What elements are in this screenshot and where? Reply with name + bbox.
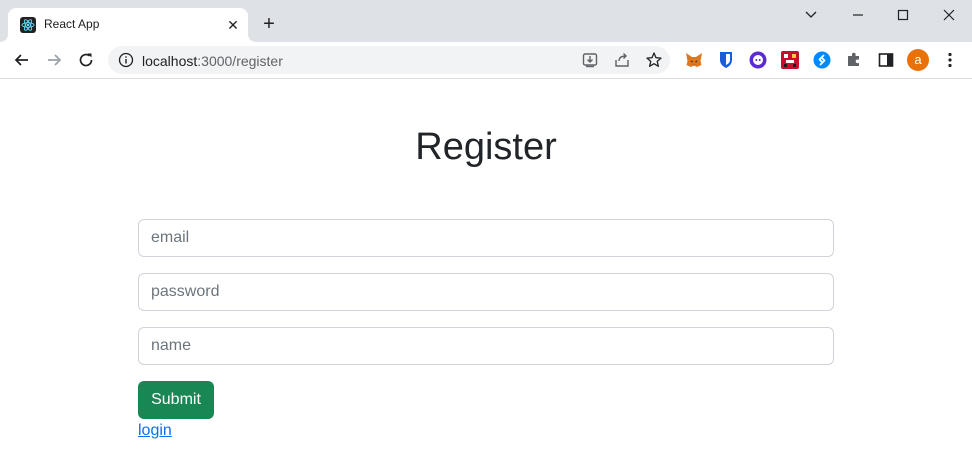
side-panel-icon[interactable]	[876, 50, 896, 70]
react-favicon-icon	[20, 17, 36, 33]
url-text[interactable]: localhost:3000/register	[142, 53, 283, 69]
tab-react-app[interactable]: React App ✕	[8, 8, 248, 42]
red-pixel-extension-icon[interactable]	[780, 50, 800, 70]
browser-toolbar: localhost:3000/register a	[0, 42, 972, 78]
share-icon[interactable]	[613, 51, 631, 69]
page-title: Register	[415, 126, 557, 168]
shazam-icon[interactable]	[812, 50, 832, 70]
minimize-icon[interactable]	[844, 4, 872, 26]
profile-avatar[interactable]: a	[907, 49, 929, 71]
url-path: :3000/register	[197, 53, 283, 69]
name-field[interactable]	[138, 327, 834, 365]
extensions-puzzle-icon[interactable]	[844, 50, 864, 70]
toolbar-divider	[0, 78, 972, 79]
tab-close-icon[interactable]: ✕	[224, 16, 242, 34]
login-link[interactable]: login	[138, 422, 172, 440]
reload-icon[interactable]	[75, 49, 97, 71]
site-info-icon[interactable]	[118, 52, 134, 68]
tab-search-chevron-icon[interactable]	[797, 4, 825, 26]
install-app-icon[interactable]	[581, 51, 599, 69]
forward-arrow-icon[interactable]	[43, 49, 65, 71]
close-window-icon[interactable]	[935, 4, 963, 26]
url-host: localhost	[142, 53, 198, 69]
email-field[interactable]	[138, 219, 834, 257]
password-field[interactable]	[138, 273, 834, 311]
maximize-icon[interactable]	[889, 4, 917, 26]
bookmark-star-icon[interactable]	[645, 51, 663, 69]
metamask-fox-icon[interactable]	[684, 50, 704, 70]
browser-menu-icon[interactable]	[940, 50, 960, 70]
back-arrow-icon[interactable]	[11, 49, 33, 71]
bitwarden-shield-icon[interactable]	[716, 50, 736, 70]
address-bar[interactable]: localhost:3000/register	[108, 46, 670, 74]
new-tab-icon[interactable]: +	[259, 14, 279, 34]
tab-strip: React App ✕ +	[0, 0, 972, 42]
tab-title: React App	[44, 17, 100, 31]
purple-chat-extension-icon[interactable]	[748, 50, 768, 70]
submit-button[interactable]: Submit	[138, 381, 214, 419]
